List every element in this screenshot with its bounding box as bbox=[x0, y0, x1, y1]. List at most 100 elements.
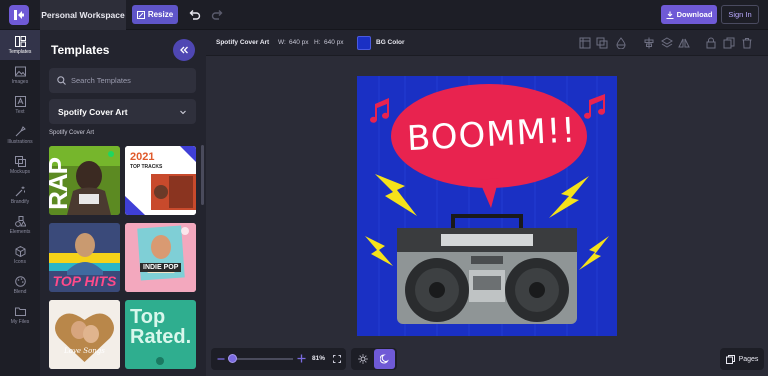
template-search[interactable] bbox=[49, 68, 196, 93]
flip-icon[interactable] bbox=[678, 37, 690, 49]
rail-label-text: Text bbox=[15, 108, 25, 115]
trash-icon[interactable] bbox=[741, 37, 753, 49]
rail-item-templates[interactable]: Templates bbox=[0, 30, 40, 60]
resize-label: Resize bbox=[147, 10, 174, 19]
search-input[interactable] bbox=[71, 76, 181, 85]
height-value[interactable]: 640 px bbox=[324, 39, 344, 46]
download-button[interactable]: Download bbox=[661, 5, 717, 24]
rail-label-images: Images bbox=[11, 78, 29, 85]
boombox-illustration bbox=[397, 214, 577, 324]
indie-pop-thumb-text: INDIE POP bbox=[140, 263, 182, 272]
illustration-icon bbox=[15, 125, 26, 136]
chevron-down-icon bbox=[180, 110, 186, 114]
zoom-controls: 81% bbox=[211, 348, 346, 370]
indie-pop-cover-art bbox=[125, 223, 196, 292]
zoom-value: 81% bbox=[312, 355, 326, 362]
template-thumbnail-top-rated[interactable]: Top Rated. bbox=[125, 300, 196, 369]
zoom-out-icon[interactable] bbox=[217, 355, 225, 363]
collapse-panel-button[interactable] bbox=[173, 39, 195, 61]
light-mode-button[interactable] bbox=[353, 350, 373, 368]
layers-icon[interactable] bbox=[661, 37, 673, 49]
template-thumbnail-top-hits[interactable]: TOP HITS bbox=[49, 223, 120, 292]
workspace-tab[interactable]: Personal Workspace bbox=[40, 0, 126, 30]
bg-color-swatch[interactable] bbox=[357, 36, 371, 50]
text-icon bbox=[14, 95, 26, 107]
rail-item-brandify[interactable]: Brandify bbox=[0, 180, 40, 210]
template-thumbnail-indie-pop[interactable]: INDIE POP bbox=[125, 223, 196, 292]
shapes-icon bbox=[14, 215, 26, 227]
rail-item-text[interactable]: Text bbox=[0, 90, 40, 120]
template-thumbnail-rap[interactable]: RAP bbox=[49, 146, 120, 215]
category-value: Spotify Cover Art bbox=[58, 106, 128, 117]
resize-button[interactable]: Resize bbox=[132, 5, 178, 24]
artboard[interactable]: BOOMM!! bbox=[357, 76, 617, 336]
image-icon bbox=[14, 66, 26, 76]
palette-icon bbox=[14, 275, 26, 287]
cube-icon bbox=[15, 245, 25, 257]
pages-label: Pages bbox=[738, 355, 759, 363]
panel-scrollbar[interactable] bbox=[201, 145, 204, 205]
crop-icon[interactable] bbox=[579, 37, 591, 49]
headline-text[interactable]: BOOMM!! bbox=[406, 110, 577, 159]
category-select[interactable]: Spotify Cover Art bbox=[49, 99, 196, 124]
resize-icon bbox=[136, 10, 145, 19]
templates-icon bbox=[14, 35, 26, 47]
download-icon bbox=[666, 11, 674, 19]
sign-in-button[interactable]: Sign In bbox=[721, 5, 759, 24]
double-chevron-left-icon bbox=[180, 46, 188, 54]
dark-mode-button[interactable] bbox=[374, 349, 395, 369]
rail-label-icons: Icons bbox=[14, 258, 26, 265]
rail-item-my-files[interactable]: My Files bbox=[0, 300, 40, 330]
wand-icon bbox=[15, 186, 25, 196]
align-center-icon[interactable] bbox=[643, 37, 655, 49]
rail-label-templates: Templates bbox=[8, 48, 32, 55]
thumb-year: 2021 bbox=[130, 151, 155, 163]
bg-color-label[interactable]: BG Color bbox=[376, 39, 405, 46]
top-rated-line2: Rated. bbox=[130, 326, 192, 348]
pages-button[interactable]: Pages bbox=[720, 348, 764, 370]
rail-label-mockups: Mockups bbox=[9, 168, 30, 175]
theme-toggle bbox=[351, 348, 397, 370]
width-label: W: bbox=[278, 39, 286, 46]
rail-item-images[interactable]: Images bbox=[0, 60, 40, 90]
rail-item-mockups[interactable]: Mockups bbox=[0, 150, 40, 180]
width-value[interactable]: 640 px bbox=[289, 39, 309, 46]
download-label: Download bbox=[676, 10, 713, 19]
rail-item-icons[interactable]: Icons bbox=[0, 240, 40, 270]
rail-label-elements: Elements bbox=[9, 228, 31, 235]
rail-label-blend: Blend bbox=[13, 288, 27, 295]
property-bar: Spotify Cover Art W: 640 px H: 640 px BG… bbox=[206, 30, 768, 56]
zoom-slider-handle[interactable] bbox=[228, 354, 237, 363]
template-thumbnail-top-tracks[interactable]: 2021 TOP TRACKS bbox=[125, 146, 196, 215]
panel-title: Templates bbox=[51, 43, 110, 57]
redo-icon[interactable] bbox=[211, 8, 224, 21]
top-hits-thumb-text: TOP HITS bbox=[52, 273, 117, 289]
zoom-slider-track[interactable] bbox=[229, 358, 293, 360]
top-bar: Personal Workspace Resize Download Sign … bbox=[0, 0, 768, 30]
rap-thumb-text: RAP bbox=[49, 158, 73, 210]
moon-icon bbox=[379, 354, 389, 364]
templates-panel: Templates Spotify Cover Art Spotify Cove… bbox=[40, 30, 206, 376]
rail-item-blend[interactable]: Blend bbox=[0, 270, 40, 300]
rail-item-elements[interactable]: Elements bbox=[0, 210, 40, 240]
app-logo[interactable] bbox=[9, 5, 29, 25]
pages-icon bbox=[725, 354, 735, 364]
mockup-icon bbox=[14, 155, 26, 167]
rail-label-brandify: Brandify bbox=[10, 198, 30, 205]
zoom-in-icon[interactable] bbox=[297, 354, 306, 363]
copy-icon[interactable] bbox=[723, 37, 735, 49]
template-thumbnail-love-songs[interactable]: Love Songs bbox=[49, 300, 120, 369]
fullscreen-icon[interactable] bbox=[333, 355, 341, 363]
rail-label-illustrations: Illustrations bbox=[7, 138, 33, 145]
design-name[interactable]: Spotify Cover Art bbox=[216, 39, 269, 46]
lock-icon[interactable] bbox=[705, 37, 717, 49]
rail-item-illustrations[interactable]: Illustrations bbox=[0, 120, 40, 150]
height-label: H: bbox=[314, 39, 321, 46]
duplicate-frame-icon[interactable] bbox=[596, 37, 608, 49]
opacity-icon[interactable] bbox=[615, 37, 627, 49]
folder-icon bbox=[14, 307, 26, 316]
search-icon bbox=[57, 76, 66, 85]
section-label: Spotify Cover Art bbox=[49, 130, 95, 136]
spotify-logo-icon bbox=[156, 357, 164, 365]
undo-icon[interactable] bbox=[188, 8, 201, 21]
